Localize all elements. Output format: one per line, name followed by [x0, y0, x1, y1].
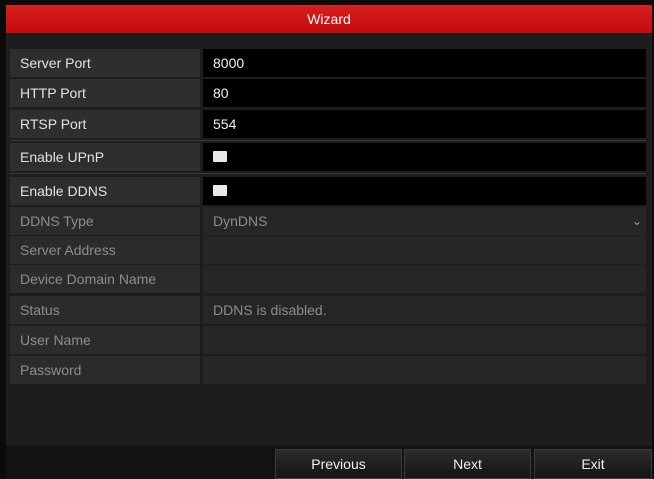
- status-label: Status: [10, 296, 200, 324]
- server-address-row: Server Address: [10, 236, 646, 264]
- server-port-label: Server Port: [10, 49, 200, 77]
- enable-ddns-field: [203, 177, 646, 205]
- chevron-down-icon: ⌄: [631, 214, 642, 228]
- window-title: Wizard: [307, 11, 351, 27]
- enable-ddns-label: Enable DDNS: [10, 177, 200, 205]
- enable-upnp-field: [203, 143, 646, 171]
- server-port-input[interactable]: 8000: [203, 49, 646, 77]
- status-value: DDNS is disabled.: [203, 296, 646, 324]
- server-address-label: Server Address: [10, 236, 200, 264]
- divider: [10, 140, 646, 141]
- password-row: Password: [10, 356, 646, 384]
- ddns-type-row: DDNS Type DynDNS ⌄: [10, 207, 646, 235]
- user-name-row: User Name: [10, 326, 646, 354]
- window-title-bar: Wizard: [6, 5, 652, 33]
- device-domain-name-label: Device Domain Name: [10, 265, 200, 293]
- user-name-input[interactable]: [203, 326, 646, 354]
- status-row: Status DDNS is disabled.: [10, 296, 646, 324]
- password-label: Password: [10, 356, 200, 384]
- divider: [10, 173, 646, 174]
- ddns-type-label: DDNS Type: [10, 207, 200, 235]
- user-name-label: User Name: [10, 326, 200, 354]
- next-button[interactable]: Next: [404, 449, 531, 479]
- enable-upnp-label: Enable UPnP: [10, 143, 200, 171]
- exit-button[interactable]: Exit: [534, 449, 652, 479]
- password-input[interactable]: [203, 356, 646, 384]
- enable-ddns-checkbox[interactable]: [213, 185, 227, 196]
- enable-ddns-row: Enable DDNS: [10, 177, 646, 205]
- server-address-input[interactable]: [203, 236, 646, 264]
- device-domain-name-input[interactable]: [203, 265, 646, 293]
- enable-upnp-row: Enable UPnP: [10, 143, 646, 171]
- rtsp-port-label: RTSP Port: [10, 110, 200, 138]
- rtsp-port-input[interactable]: 554: [203, 110, 646, 138]
- device-domain-name-row: Device Domain Name: [10, 265, 646, 293]
- ddns-type-value: DynDNS: [213, 213, 268, 229]
- enable-upnp-checkbox[interactable]: [213, 151, 227, 162]
- ddns-type-select[interactable]: DynDNS ⌄: [203, 207, 646, 235]
- http-port-input[interactable]: 80: [203, 79, 646, 107]
- http-port-row: HTTP Port 80: [10, 79, 646, 107]
- previous-button[interactable]: Previous: [275, 449, 402, 479]
- server-port-row: Server Port 8000: [10, 49, 646, 77]
- http-port-label: HTTP Port: [10, 79, 200, 107]
- rtsp-port-row: RTSP Port 554: [10, 110, 646, 138]
